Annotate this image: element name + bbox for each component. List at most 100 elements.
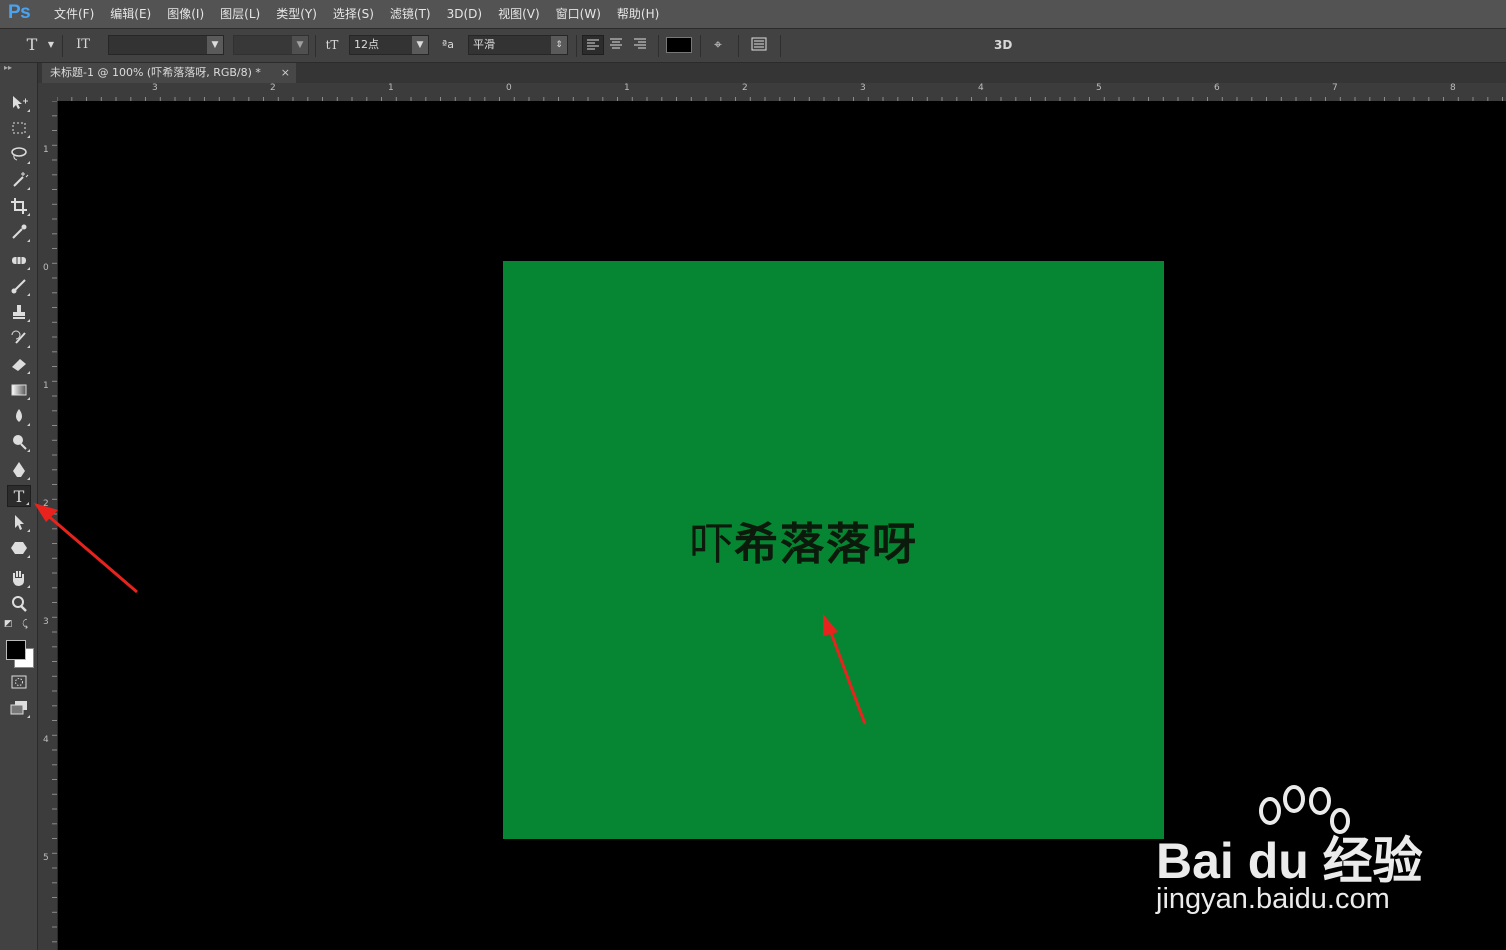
- ruler-label: 8: [1450, 83, 1456, 93]
- clone-stamp-tool[interactable]: [7, 301, 31, 323]
- warp-text-icon[interactable]: ⌖: [708, 35, 728, 55]
- horizontal-ruler: 3 2 1 0 1 2 3 4 5 6 7 8: [57, 83, 1506, 102]
- text-orientation-icon[interactable]: IT: [72, 35, 94, 55]
- marquee-tool[interactable]: [7, 117, 31, 139]
- baidu-jingyan-watermark: Bai du 经验 jingyan.baidu.com: [1150, 785, 1450, 925]
- document-tab-title: 未标题-1 @ 100% (吓希落落呀, RGB/8) *: [50, 66, 261, 79]
- divider: [658, 35, 659, 57]
- menu-image[interactable]: 图像(I): [159, 0, 212, 28]
- document-canvas[interactable]: 吓希落落呀: [503, 261, 1164, 839]
- menu-select[interactable]: 选择(S): [325, 0, 382, 28]
- type-icon: T: [13, 487, 25, 506]
- 3d-button[interactable]: 3D: [994, 35, 1016, 55]
- menu-3d[interactable]: 3D(D): [439, 0, 490, 28]
- quick-mask-icon: [11, 675, 27, 689]
- menu-filter[interactable]: 滤镜(T): [382, 0, 439, 28]
- divider: [576, 35, 577, 57]
- font-size-select[interactable]: 12点 ▼: [349, 35, 429, 55]
- screen-mode-button[interactable]: [7, 697, 31, 719]
- pen-tool[interactable]: [7, 459, 31, 481]
- ruler-label: 5: [1096, 83, 1102, 93]
- type-tool[interactable]: T: [7, 485, 31, 507]
- magic-wand-tool[interactable]: [7, 169, 31, 191]
- menu-type[interactable]: 类型(Y): [268, 0, 325, 28]
- text-layer[interactable]: 吓希落落呀: [690, 519, 990, 579]
- anti-alias-select[interactable]: 平滑 ⇕: [468, 35, 568, 55]
- font-size-icon: tT: [325, 38, 339, 52]
- crop-tool[interactable]: [7, 195, 31, 217]
- path-selection-tool[interactable]: [7, 511, 31, 533]
- type-tool-preset-icon[interactable]: T: [22, 35, 42, 55]
- vertical-ruler-ticks: [52, 101, 57, 943]
- text-layer-char-regular: 吓: [690, 519, 734, 570]
- ruler-label: 3: [860, 83, 866, 93]
- dodge-tool[interactable]: [7, 431, 31, 453]
- history-brush-tool[interactable]: [7, 327, 31, 349]
- healing-brush-tool[interactable]: [7, 249, 31, 271]
- eyedropper-tool[interactable]: [7, 221, 31, 243]
- magnifier-icon: [12, 596, 27, 612]
- brush-tool[interactable]: [7, 275, 31, 297]
- panels-icon: [751, 37, 767, 51]
- ruler-label: 2: [43, 499, 49, 509]
- preset-caret-icon[interactable]: ▼: [46, 35, 56, 55]
- ruler-label: 2: [270, 83, 276, 93]
- lasso-tool[interactable]: [7, 143, 31, 165]
- font-style-select[interactable]: ▼: [233, 35, 309, 55]
- menu-window[interactable]: 窗口(W): [548, 0, 609, 28]
- document-tab[interactable]: 未标题-1 @ 100% (吓希落落呀, RGB/8) * ×: [42, 63, 296, 83]
- color-swap-controls: ◩ ⤹: [4, 619, 34, 633]
- align-right-icon: [634, 38, 646, 49]
- options-bar: T ▼ IT ▼ ▼ tT 12点 ▼ ªa 平滑 ⇕ ⌖ 3D: [0, 29, 1506, 63]
- eraser-tool[interactable]: [7, 353, 31, 375]
- menu-help[interactable]: 帮助(H): [609, 0, 667, 28]
- align-right-button[interactable]: [630, 35, 652, 55]
- document-tab-bar: 未标题-1 @ 100% (吓希落落呀, RGB/8) * ×: [38, 63, 1506, 83]
- chevron-down-icon: ▼: [292, 36, 308, 54]
- text-color-swatch[interactable]: [666, 37, 692, 53]
- move-tool[interactable]: [7, 91, 31, 113]
- text-layer-chars-bold: 希落落呀: [734, 519, 918, 570]
- default-colors-icon[interactable]: ◩: [4, 619, 13, 629]
- align-center-button[interactable]: [606, 35, 628, 55]
- watermark-url: jingyan.baidu.com: [1156, 883, 1390, 915]
- character-panel-button[interactable]: [750, 35, 770, 55]
- chevron-down-icon: ▼: [412, 36, 428, 54]
- vertical-ruler: 1 0 1 2 3 4 5: [38, 101, 58, 950]
- menu-edit[interactable]: 编辑(E): [102, 0, 159, 28]
- divider: [700, 35, 701, 57]
- ruler-label: 3: [43, 617, 49, 627]
- font-family-select[interactable]: ▼: [108, 35, 224, 55]
- menu-view[interactable]: 视图(V): [490, 0, 548, 28]
- hand-tool[interactable]: [7, 567, 31, 589]
- ruler-label: 1: [624, 83, 630, 93]
- zoom-tool[interactable]: [7, 593, 31, 615]
- align-left-icon: [587, 39, 599, 50]
- gradient-tool[interactable]: [7, 379, 31, 401]
- shape-tool[interactable]: [7, 537, 31, 559]
- foreground-color-swatch[interactable]: [6, 640, 26, 660]
- menu-layer[interactable]: 图层(L): [212, 0, 268, 28]
- ruler-label: 1: [43, 381, 49, 391]
- tools-panel: ▸▸ T ◩ ⤹: [0, 63, 38, 950]
- collapse-grip-icon[interactable]: ▸▸: [4, 63, 12, 72]
- anti-alias-value: 平滑: [473, 38, 495, 51]
- chevron-down-icon: ▼: [207, 36, 223, 54]
- blur-tool[interactable]: [7, 405, 31, 427]
- ruler-label: 3: [152, 83, 158, 93]
- quick-mask-button[interactable]: [7, 671, 31, 693]
- close-icon[interactable]: ×: [281, 63, 290, 83]
- divider: [780, 35, 781, 57]
- anti-alias-icon: ªa: [442, 38, 454, 51]
- ruler-label: 6: [1214, 83, 1220, 93]
- menu-file[interactable]: 文件(F): [46, 0, 102, 28]
- align-left-button[interactable]: [582, 35, 604, 55]
- font-size-value: 12点: [354, 38, 379, 51]
- photoshop-logo: Ps: [8, 2, 31, 23]
- divider: [62, 35, 63, 57]
- align-center-icon: [610, 38, 622, 49]
- ruler-label: 7: [1332, 83, 1338, 93]
- chevron-updown-icon: ⇕: [551, 36, 567, 54]
- divider: [315, 35, 316, 57]
- swap-colors-icon[interactable]: ⤹: [22, 619, 28, 630]
